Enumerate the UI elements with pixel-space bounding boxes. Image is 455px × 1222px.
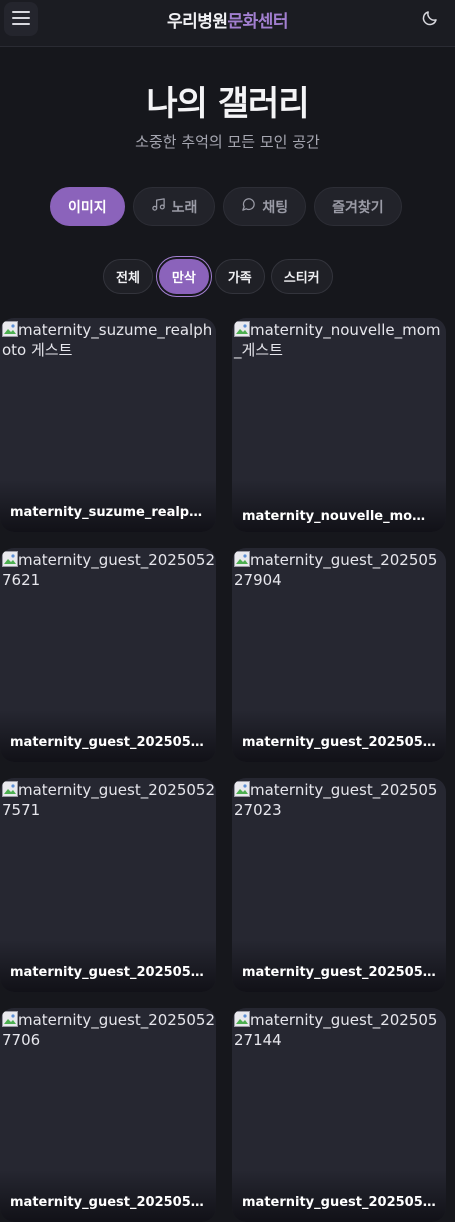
card-caption: maternity_suzume_realphoto	[0, 480, 216, 532]
broken-image-icon	[2, 321, 18, 337]
image-placeholder: maternity_suzume_realphoto 게스트	[2, 320, 216, 360]
image-alt-text: maternity_guest_20250527144	[234, 1011, 438, 1049]
card-caption: maternity_guest_20250527904	[232, 710, 446, 762]
image-alt-text: maternity_guest_20250527571	[2, 781, 216, 819]
tab-images[interactable]: 이미지	[50, 187, 125, 226]
image-placeholder: maternity_guest_20250527144	[234, 1010, 446, 1050]
card-caption: maternity_guest_20250527621	[0, 710, 216, 762]
card-caption: maternity_nouvelle_mom_게스트	[232, 480, 446, 532]
filter-sticker[interactable]: 스티커	[270, 259, 333, 294]
broken-image-icon	[2, 781, 18, 797]
tab-chat[interactable]: 채팅	[223, 187, 307, 226]
moon-icon	[421, 9, 439, 31]
gallery-card[interactable]: maternity_guest_20250527621 maternity_gu…	[0, 548, 216, 762]
brand-logo[interactable]: 우리병원문화센터	[0, 7, 455, 32]
gallery-card[interactable]: maternity_guest_20250527904 maternity_gu…	[232, 548, 446, 762]
broken-image-icon	[234, 781, 250, 797]
image-placeholder: maternity_nouvelle_mom_게스트	[234, 320, 446, 360]
page-subtitle: 소중한 추억의 모든 모인 공간	[135, 133, 320, 151]
tab-favorites[interactable]: 즐겨찾기	[314, 187, 402, 226]
page-title: 나의 갤러리	[146, 84, 309, 124]
gallery-card[interactable]: maternity_guest_20250527144 maternity_gu…	[232, 1008, 446, 1222]
card-caption: maternity_guest_20250527144	[232, 1170, 446, 1222]
image-placeholder: maternity_guest_20250527904	[234, 550, 446, 590]
image-alt-text: maternity_guest_20250527621	[2, 551, 216, 589]
content-type-tabs: 이미지 노래 채팅 즐겨찾기	[50, 187, 402, 226]
image-placeholder: maternity_guest_20250527023	[234, 780, 446, 820]
broken-image-icon	[2, 1011, 18, 1027]
card-caption: maternity_guest_20250527023	[232, 940, 446, 992]
filter-family[interactable]: 가족	[214, 259, 265, 294]
tab-label: 즐겨찾기	[332, 199, 384, 216]
image-alt-text: maternity_suzume_realphoto 게스트	[2, 321, 213, 359]
brand-name-secondary: 문화센터	[227, 12, 289, 32]
image-alt-text: maternity_guest_20250527023	[234, 781, 438, 819]
image-placeholder: maternity_guest_20250527706	[2, 1010, 216, 1050]
broken-image-icon	[234, 1011, 250, 1027]
gallery-card[interactable]: maternity_suzume_realphoto 게스트 maternity…	[0, 318, 216, 532]
music-note-icon	[151, 197, 166, 216]
filter-maternity[interactable]: 만삭	[158, 259, 209, 294]
broken-image-icon	[234, 551, 250, 567]
broken-image-icon	[234, 321, 250, 337]
tab-label: 이미지	[68, 199, 107, 216]
image-placeholder: maternity_guest_20250527621	[2, 550, 216, 590]
tab-songs[interactable]: 노래	[132, 187, 216, 226]
gallery-grid: maternity_suzume_realphoto 게스트 maternity…	[0, 318, 455, 1222]
top-bar: 우리병원문화센터	[0, 0, 455, 47]
image-alt-text: maternity_nouvelle_mom_게스트	[234, 321, 441, 359]
broken-image-icon	[2, 551, 18, 567]
card-caption: maternity_guest_20250527706	[0, 1170, 216, 1222]
gallery-card[interactable]: maternity_nouvelle_mom_게스트 maternity_nou…	[232, 318, 446, 532]
tab-label: 채팅	[262, 199, 289, 216]
tab-label: 노래	[171, 199, 198, 216]
image-placeholder: maternity_guest_20250527571	[2, 780, 216, 820]
gallery-card[interactable]: maternity_guest_20250527571 maternity_gu…	[0, 778, 216, 992]
card-caption: maternity_guest_20250527571	[0, 940, 216, 992]
gallery-card[interactable]: maternity_guest_20250527023 maternity_gu…	[232, 778, 446, 992]
gallery-card[interactable]: maternity_guest_20250527706 maternity_gu…	[0, 1008, 216, 1222]
chat-bubble-icon	[241, 197, 256, 216]
category-filters: 전체 만삭 가족 스티커	[103, 259, 333, 294]
brand-name-primary: 우리병원	[166, 12, 228, 32]
image-alt-text: maternity_guest_20250527904	[234, 551, 438, 589]
filter-all[interactable]: 전체	[103, 259, 153, 294]
image-alt-text: maternity_guest_20250527706	[2, 1011, 216, 1049]
theme-toggle-button[interactable]	[413, 3, 447, 37]
